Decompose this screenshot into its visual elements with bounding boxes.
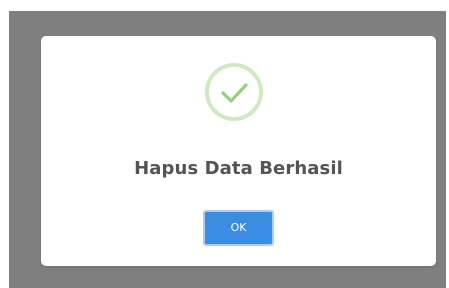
dialog-title: Hapus Data Berhasil <box>134 158 343 179</box>
success-dialog: Hapus Data Berhasil OK <box>41 36 436 266</box>
success-checkmark-icon <box>205 63 263 121</box>
ok-button[interactable]: OK <box>203 210 274 246</box>
